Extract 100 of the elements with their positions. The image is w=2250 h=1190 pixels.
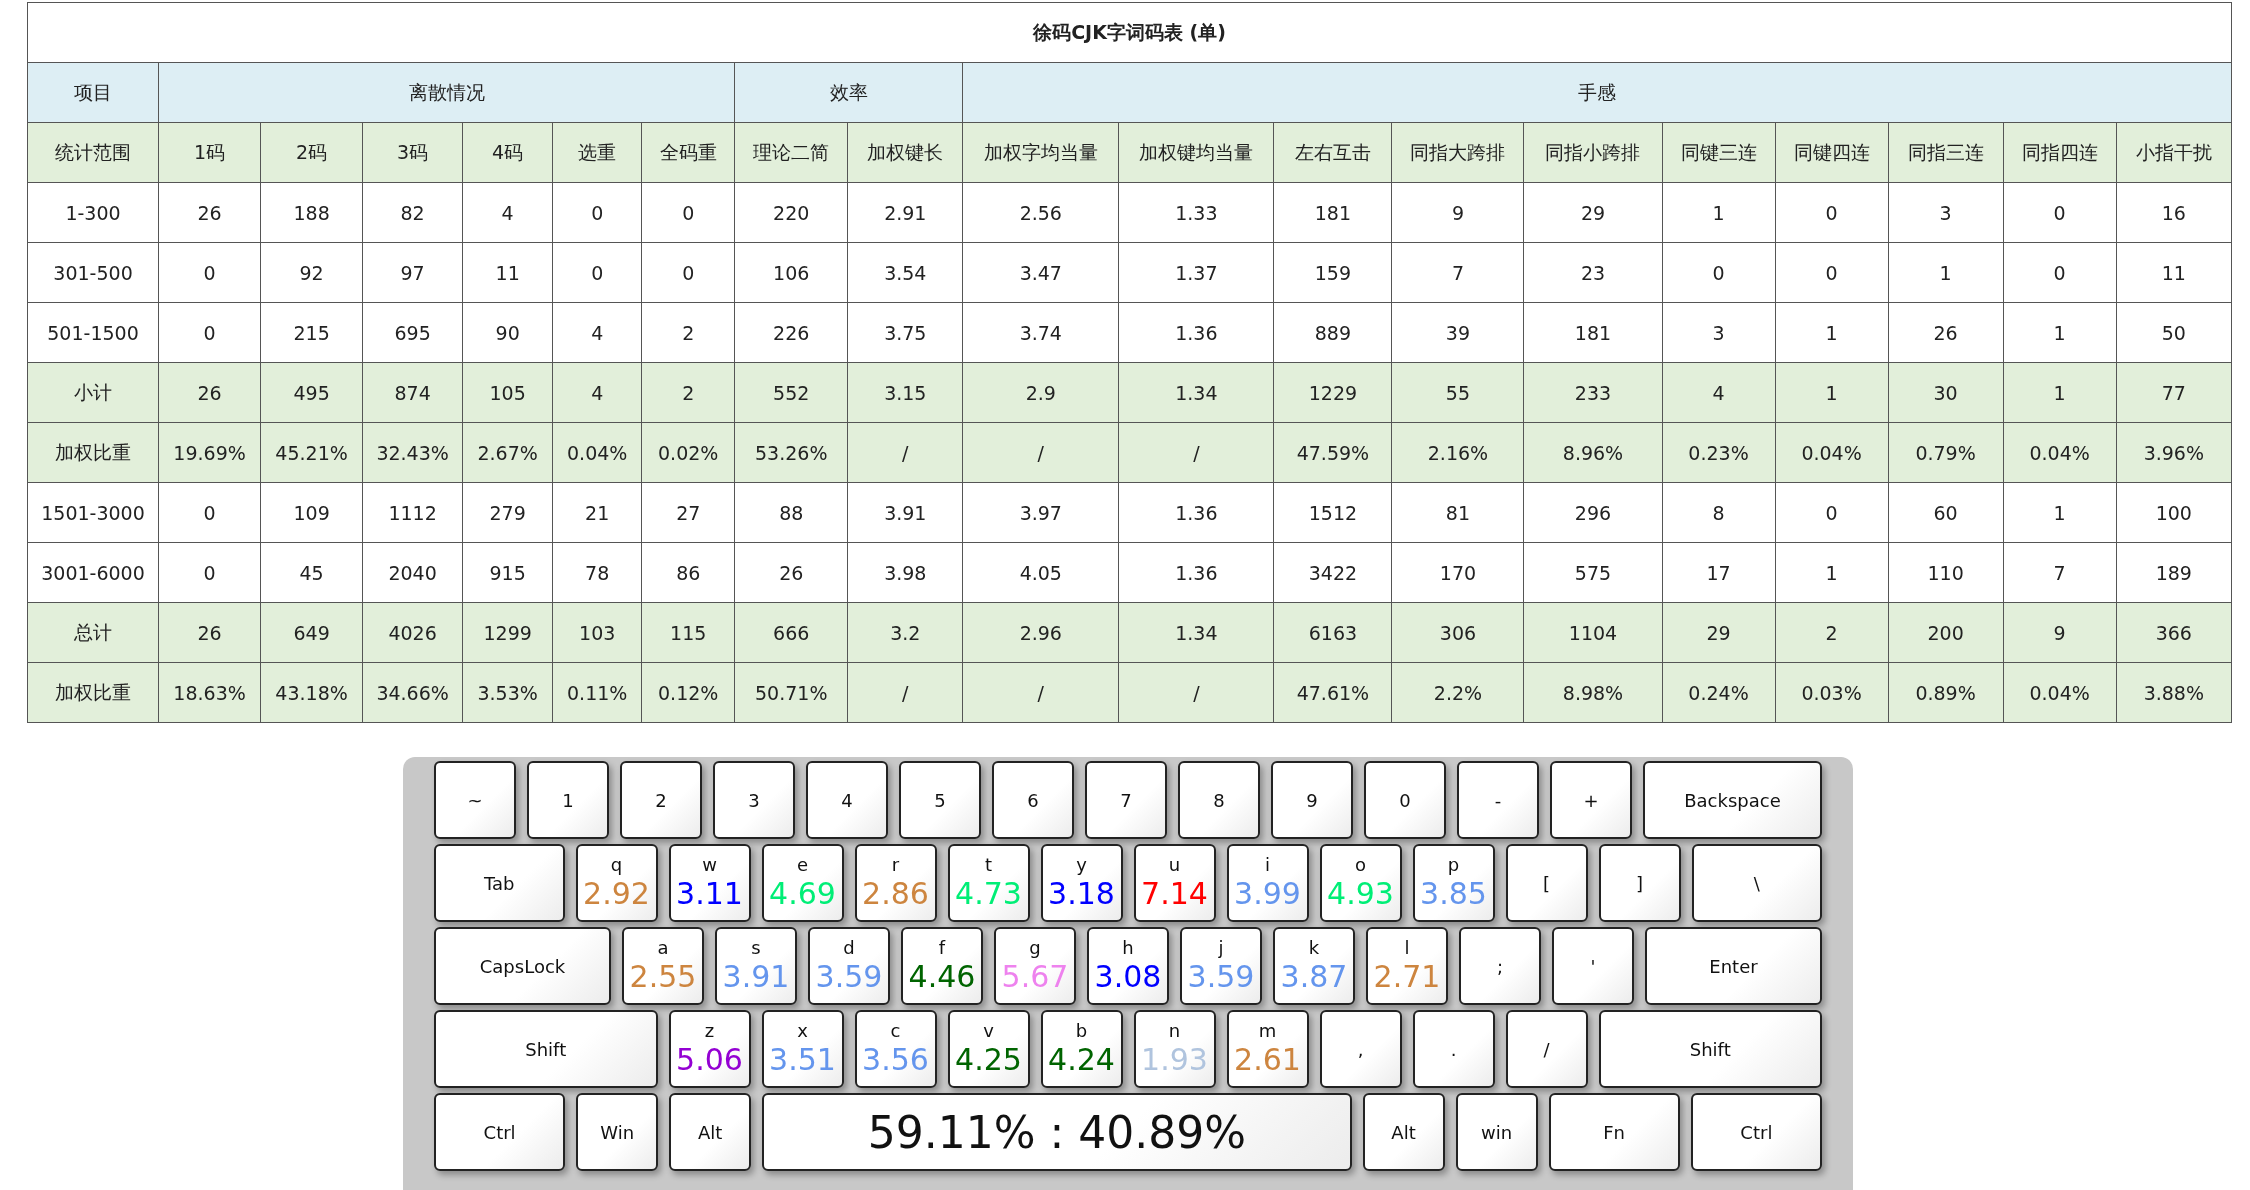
key-value: 4.93 xyxy=(1327,877,1394,911)
key-letter: l xyxy=(1404,938,1410,958)
table-cell: 加权比重 xyxy=(27,422,159,483)
column-header: 3码 xyxy=(362,122,463,183)
table-cell: 29 xyxy=(1523,182,1662,243)
key-value: 3.08 xyxy=(1094,960,1162,994)
table-cell: 0.03% xyxy=(1775,662,1889,723)
table-cell: 82 xyxy=(362,182,463,243)
column-header: 同指三连 xyxy=(1888,122,2004,183)
table-cell: 47.59% xyxy=(1273,422,1392,483)
key: 8 xyxy=(1178,761,1260,839)
key: 5 xyxy=(899,761,981,839)
table-cell: 81 xyxy=(1391,482,1524,543)
key: Shift xyxy=(1598,1010,1822,1088)
table-cell: 0 xyxy=(641,182,735,243)
table-cell: 109 xyxy=(260,482,363,543)
key-letter: e xyxy=(796,855,809,875)
table-cell: 1.34 xyxy=(1118,602,1274,663)
key-value: 3.51 xyxy=(769,1043,836,1077)
table-cell: 9 xyxy=(2003,602,2117,663)
table-cell: 495 xyxy=(260,362,363,423)
table-cell: 4.05 xyxy=(962,542,1119,603)
key: ~ xyxy=(434,761,516,839)
table-cell: 3.47 xyxy=(962,242,1119,303)
column-header: 同指小跨排 xyxy=(1523,122,1662,183)
table-cell: 1229 xyxy=(1273,362,1392,423)
table-cell: 103 xyxy=(552,602,642,663)
column-header: 4码 xyxy=(462,122,553,183)
table-cell: 0.12% xyxy=(641,662,735,723)
key-value: 3.59 xyxy=(1187,960,1255,994)
column-header: 统计范围 xyxy=(27,122,159,183)
table-cell: 215 xyxy=(260,302,363,363)
table-cell: 1.36 xyxy=(1118,542,1274,603)
table-cell: 695 xyxy=(362,302,463,363)
group-header: 离散情况 xyxy=(158,62,735,123)
table-cell: 19.69% xyxy=(158,422,261,483)
table-cell: 23 xyxy=(1523,242,1662,303)
table-cell: 0 xyxy=(2003,242,2117,303)
table-cell: 874 xyxy=(362,362,463,423)
table-cell: 188 xyxy=(260,182,363,243)
column-header: 左右互击 xyxy=(1273,122,1392,183)
key-letter: r xyxy=(891,855,900,875)
table-cell: 0.89% xyxy=(1888,662,2004,723)
key: 2 xyxy=(620,761,702,839)
table-cell: 90 xyxy=(462,302,553,363)
column-header: 加权键均当量 xyxy=(1118,122,1274,183)
column-header: 2码 xyxy=(260,122,363,183)
column-header: 理论二简 xyxy=(734,122,848,183)
table-cell: 0 xyxy=(1662,242,1776,303)
table-cell: 115 xyxy=(641,602,735,663)
table-cell: 1112 xyxy=(362,482,463,543)
table-cell: 2.67% xyxy=(462,422,553,483)
table-cell: 26 xyxy=(158,182,261,243)
key-letter: i xyxy=(1265,855,1270,875)
key: Enter xyxy=(1645,927,1822,1005)
table-cell: 4 xyxy=(552,362,642,423)
key: Alt xyxy=(669,1093,752,1171)
key-value: 4.24 xyxy=(1048,1043,1115,1077)
table-cell: 4026 xyxy=(362,602,463,663)
table-cell: 小计 xyxy=(27,362,159,423)
table-cell: 50.71% xyxy=(734,662,848,723)
key: 1 xyxy=(527,761,609,839)
key-value: 5.06 xyxy=(676,1043,743,1077)
table-cell: 200 xyxy=(1888,602,2004,663)
table-cell: 3.15 xyxy=(847,362,963,423)
key-value: 3.85 xyxy=(1420,877,1487,911)
key-value: 4.25 xyxy=(955,1043,1022,1077)
table-cell: 43.18% xyxy=(260,662,363,723)
table-cell: 0 xyxy=(158,302,261,363)
table-cell: 220 xyxy=(734,182,848,243)
table-cell: 34.66% xyxy=(362,662,463,723)
table-cell: / xyxy=(1118,422,1274,483)
table-cell: 1501-3000 xyxy=(27,482,159,543)
table-cell: 226 xyxy=(734,302,848,363)
table-cell: 170 xyxy=(1391,542,1524,603)
key: ] xyxy=(1598,844,1681,922)
table-cell: 889 xyxy=(1273,302,1392,363)
table-cell: 0.04% xyxy=(552,422,642,483)
table-cell: 105 xyxy=(462,362,553,423)
key: 6 xyxy=(992,761,1074,839)
table-cell: 181 xyxy=(1273,182,1392,243)
table-cell: 0 xyxy=(1775,482,1889,543)
key: 59.11% : 40.89% xyxy=(762,1093,1352,1171)
table-cell: 1 xyxy=(2003,302,2117,363)
table-cell: 55 xyxy=(1391,362,1524,423)
key-letter: u xyxy=(1168,855,1181,875)
table-cell: 3422 xyxy=(1273,542,1392,603)
table-cell: 0 xyxy=(2003,182,2117,243)
table-cell: 4 xyxy=(552,302,642,363)
key-letter: s xyxy=(751,938,761,958)
key-letter: w xyxy=(702,855,717,875)
table-cell: 1.33 xyxy=(1118,182,1274,243)
key-letter: h xyxy=(1122,938,1134,958)
key: . xyxy=(1412,1010,1495,1088)
key: Win xyxy=(576,1093,659,1171)
key-letter: g xyxy=(1029,938,1041,958)
group-header: 效率 xyxy=(734,62,963,123)
table-cell: 110 xyxy=(1888,542,2004,603)
table-cell: 0 xyxy=(552,242,642,303)
group-header: 项目 xyxy=(27,62,159,123)
